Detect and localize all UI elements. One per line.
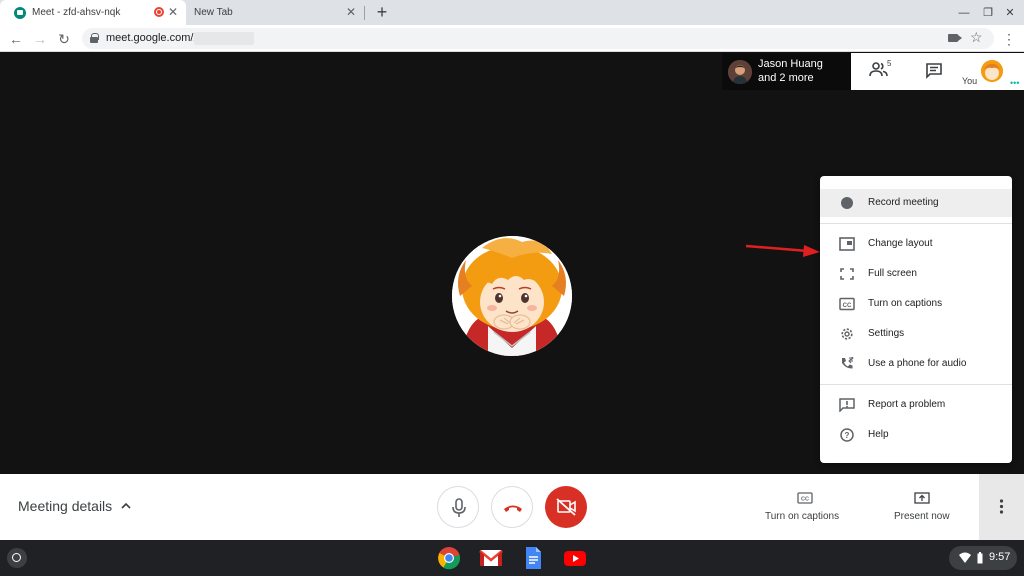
- meeting-details-button[interactable]: Meeting details: [18, 498, 112, 514]
- present-screen-icon: [914, 492, 930, 504]
- participant-name: Jason Huang: [758, 58, 823, 70]
- minimize-icon[interactable]: —: [955, 4, 973, 22]
- svg-text:CC: CC: [801, 497, 809, 503]
- self-avatar[interactable]: [981, 60, 1003, 82]
- battery-icon: [977, 552, 983, 564]
- captions-icon: CC: [797, 492, 813, 504]
- launcher-icon[interactable]: [7, 548, 27, 568]
- tab-new-tab[interactable]: New Tab ✕: [186, 0, 364, 25]
- options-menu: Record meeting Change layout Full screen…: [820, 176, 1012, 463]
- captions-icon: CC: [839, 297, 855, 311]
- menu-item-turn-on-captions[interactable]: CC Turn on captions: [820, 290, 1012, 318]
- wifi-icon: [959, 552, 971, 563]
- menu-item-full-screen[interactable]: Full screen: [820, 260, 1012, 288]
- participant-others: and 2 more: [758, 72, 814, 84]
- bookmark-star-icon[interactable]: ☆: [970, 29, 983, 46]
- microphone-button[interactable]: [437, 486, 479, 528]
- tab-separator: [364, 6, 365, 20]
- close-window-icon[interactable]: ✕: [1001, 4, 1019, 22]
- participant-chip[interactable]: Jason Huang and 2 more: [722, 53, 851, 90]
- menu-divider: [820, 384, 1012, 385]
- fullscreen-icon: [840, 268, 854, 280]
- hang-up-button[interactable]: [491, 486, 533, 528]
- record-dot-icon: [841, 197, 853, 209]
- os-shelf: 9:57: [0, 540, 1024, 576]
- restore-icon[interactable]: ❐: [979, 4, 997, 22]
- self-more-icon[interactable]: •••: [1010, 78, 1019, 88]
- docs-icon[interactable]: [521, 546, 545, 570]
- menu-divider: [820, 223, 1012, 224]
- address-bar[interactable]: meet.google.com/z ☆: [82, 28, 994, 49]
- participant-avatar: [452, 236, 572, 356]
- tab-meet[interactable]: Meet - zfd-ahsv-nqk ✕: [0, 0, 186, 25]
- camera-in-use-icon[interactable]: [948, 34, 962, 42]
- redacted-url: [194, 32, 254, 45]
- hang-up-icon: [504, 505, 522, 512]
- microphone-icon: [452, 498, 466, 517]
- tab-title: Meet - zfd-ahsv-nqk: [32, 7, 121, 18]
- menu-item-change-layout[interactable]: Change layout: [820, 230, 1012, 258]
- menu-item-record-meeting[interactable]: Record meeting: [820, 189, 1012, 217]
- lock-icon: [90, 33, 99, 43]
- phone-audio-icon: [842, 357, 854, 369]
- menu-item-settings[interactable]: Settings: [820, 320, 1012, 348]
- you-label: You: [962, 76, 978, 86]
- gmail-icon[interactable]: [479, 546, 503, 570]
- youtube-icon[interactable]: [563, 546, 587, 570]
- people-count: 5: [887, 59, 892, 68]
- participants-panel: Jason Huang and 2 more 5 You •••: [722, 53, 1024, 90]
- turn-on-captions-button[interactable]: CC Turn on captions: [755, 474, 855, 540]
- back-icon[interactable]: ←: [6, 29, 26, 49]
- jason-avatar: [728, 60, 752, 84]
- people-button[interactable]: 5: [869, 59, 893, 81]
- chrome-menu-icon[interactable]: ⋮: [1002, 29, 1016, 49]
- people-icon: [869, 62, 888, 77]
- browser-tab-strip: Meet - zfd-ahsv-nqk ✕ New Tab ✕ + — ❐ ✕: [0, 0, 1024, 25]
- meet-favicon-icon: [14, 6, 26, 19]
- chat-icon: [926, 63, 942, 79]
- chrome-icon[interactable]: [437, 546, 461, 570]
- forward-icon[interactable]: →: [30, 29, 50, 49]
- meeting-controls-top: 5 You •••: [851, 53, 1024, 90]
- more-options-button[interactable]: [979, 474, 1024, 540]
- close-tab-icon[interactable]: ✕: [166, 5, 180, 19]
- annotation-arrow-icon: [745, 244, 820, 257]
- chat-button[interactable]: [925, 62, 943, 80]
- chevron-up-icon[interactable]: [120, 500, 132, 512]
- gear-icon: [841, 328, 853, 340]
- svg-text:?: ?: [845, 431, 850, 440]
- menu-item-phone-audio[interactable]: Use a phone for audio: [820, 350, 1012, 378]
- present-now-button[interactable]: Present now: [882, 474, 966, 540]
- url-text: meet.google.com/z: [106, 32, 199, 44]
- camera-off-icon: [556, 498, 576, 516]
- status-tray[interactable]: 9:57: [949, 546, 1017, 570]
- captions-label: Turn on captions: [765, 511, 840, 522]
- present-label: Present now: [894, 511, 950, 522]
- recording-indicator-icon: [154, 7, 164, 17]
- tab-title: New Tab: [194, 7, 233, 18]
- camera-toggle-button[interactable]: [545, 486, 587, 528]
- more-vert-icon: [999, 499, 1004, 514]
- menu-item-report-problem[interactable]: Report a problem: [820, 391, 1012, 419]
- help-icon: ?: [840, 428, 854, 442]
- clock: 9:57: [989, 551, 1011, 563]
- reload-icon[interactable]: ↻: [54, 29, 74, 49]
- new-tab-button[interactable]: +: [372, 2, 392, 22]
- layout-icon: [839, 237, 855, 251]
- report-icon: [839, 398, 855, 412]
- browser-toolbar: ← → ↻ meet.google.com/z ☆ ⋮: [0, 25, 1024, 52]
- menu-item-help[interactable]: ? Help: [820, 421, 1012, 449]
- call-controls-bar: Meeting details CC Turn on captions Pres…: [0, 474, 1024, 540]
- close-tab-icon[interactable]: ✕: [344, 5, 358, 19]
- svg-text:CC: CC: [843, 303, 852, 309]
